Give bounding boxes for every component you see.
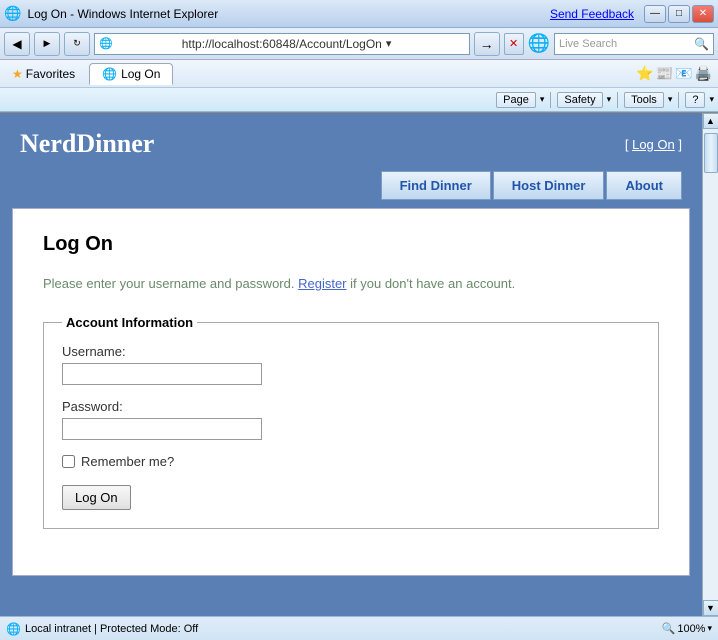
refresh-button[interactable]: ↻ [64, 32, 90, 56]
logon-submit-button[interactable]: Log On [62, 485, 131, 510]
title-bar: 🌐 Log On - Windows Internet Explorer Sen… [0, 0, 718, 28]
status-bar: 🌐 Local intranet | Protected Mode: Off 🔍… [0, 616, 718, 640]
zoom-control[interactable]: 🔍 100% ▾ [662, 622, 712, 635]
star-icon: ★ [12, 67, 23, 81]
page-dropdown-icon: ▾ [540, 94, 545, 105]
send-feedback-link[interactable]: Send Feedback [550, 7, 634, 21]
nerddinner-page: NerdDinner [ Log On ] Find Dinner Host D… [0, 113, 702, 616]
about-nav-button[interactable]: About [606, 171, 682, 200]
account-info-fieldset: Account Information Username: Password: … [43, 315, 659, 529]
favorites-label: Favorites [26, 67, 75, 81]
scroll-down-button[interactable]: ▼ [703, 600, 718, 616]
username-input[interactable] [62, 363, 262, 385]
page-header: NerdDinner [ Log On ] [8, 121, 694, 167]
command-toolbar: Page ▾ Safety ▾ Tools ▾ ? ▾ [0, 88, 718, 112]
page-menu-button[interactable]: Page [496, 92, 536, 108]
toolbar-separator-1 [550, 92, 551, 108]
page-content-area: NerdDinner [ Log On ] Find Dinner Host D… [0, 113, 702, 616]
header-login-area: [ Log On ] [625, 137, 682, 152]
close-button[interactable]: ✕ [692, 5, 714, 23]
ie-title-icon: 🌐 [4, 5, 21, 22]
live-search-box[interactable]: Live Search 🔍 [554, 33, 714, 55]
forward-button[interactable]: ▶ [34, 32, 60, 56]
url-display: http://localhost:60848/Account/LogOn [182, 37, 382, 51]
username-field-group: Username: [62, 344, 640, 385]
window-title: Log On - Windows Internet Explorer [27, 7, 218, 21]
help-dropdown-icon: ▾ [709, 94, 714, 105]
favorites-button[interactable]: ★ Favorites [6, 65, 81, 83]
address-bar-input[interactable]: 🌐 http://localhost:60848/Account/LogOn ▾ [94, 33, 470, 55]
password-field-group: Password: [62, 399, 640, 440]
window-controls: — □ ✕ [644, 5, 714, 23]
toolbar-separator-2 [617, 92, 618, 108]
tab-label: Log On [121, 67, 160, 81]
safety-dropdown-icon: ▾ [607, 94, 612, 105]
site-logo: NerdDinner [20, 129, 154, 159]
page-content-box: Log On Please enter your username and pa… [12, 208, 690, 576]
maximize-button[interactable]: □ [668, 5, 690, 23]
zone-icon: 🌐 [6, 622, 21, 636]
tools-dropdown-icon: ▾ [668, 94, 673, 105]
favorites-bar: ★ Favorites 🌐 Log On ⭐ 📰 📧 🖨️ [0, 60, 718, 88]
zoom-level: 100% [677, 623, 705, 635]
help-button[interactable]: ? [685, 92, 705, 108]
find-dinner-nav-button[interactable]: Find Dinner [381, 171, 491, 200]
intro-text: Please enter your username and password.… [43, 276, 659, 291]
favorites-icons: ⭐ 📰 📧 🖨️ [636, 65, 712, 82]
fieldset-legend: Account Information [62, 315, 197, 330]
browser-content-area: NerdDinner [ Log On ] Find Dinner Host D… [0, 113, 718, 616]
intro-text-after: if you don't have an account. [350, 276, 515, 291]
register-link[interactable]: Register [298, 276, 346, 291]
tab-icon: 🌐 [102, 67, 117, 81]
title-bar-left: 🌐 Log On - Windows Internet Explorer [4, 5, 218, 22]
favorites-toolbar-icon3[interactable]: 📧 [675, 65, 692, 82]
active-tab[interactable]: 🌐 Log On [89, 63, 173, 85]
page-title: Log On [43, 233, 659, 256]
username-label: Username: [62, 344, 640, 359]
main-nav: Find Dinner Host Dinner About [8, 171, 694, 200]
status-zone: 🌐 Local intranet | Protected Mode: Off [6, 622, 198, 636]
favorites-toolbar-area: ★ Favorites 🌐 Log On ⭐ 📰 📧 🖨️ Page ▾ Saf… [0, 60, 718, 113]
remember-me-label: Remember me? [81, 454, 174, 469]
favorites-toolbar-icon1[interactable]: ⭐ [636, 65, 653, 82]
live-search-placeholder: Live Search [559, 38, 692, 50]
zoom-icon: 🔍 [662, 622, 676, 635]
tab-bar: 🌐 Log On [89, 63, 173, 85]
address-dropdown-icon[interactable]: ▾ [386, 37, 465, 50]
host-dinner-nav-button[interactable]: Host Dinner [493, 171, 605, 200]
go-button[interactable]: → [474, 32, 500, 56]
remember-me-row: Remember me? [62, 454, 640, 469]
ie-page-icon: 🌐 [99, 37, 178, 50]
password-input[interactable] [62, 418, 262, 440]
scroll-up-button[interactable]: ▲ [703, 113, 718, 129]
stop-button[interactable]: ✕ [504, 33, 524, 55]
favorites-toolbar-icon2[interactable]: 📰 [656, 65, 673, 82]
zone-text: Local intranet | Protected Mode: Off [25, 623, 198, 635]
minimize-button[interactable]: — [644, 5, 666, 23]
scroll-thumb[interactable] [704, 133, 718, 173]
intro-text-before: Please enter your username and password. [43, 276, 298, 291]
scroll-track[interactable] [703, 129, 718, 600]
safety-menu-button[interactable]: Safety [557, 92, 602, 108]
search-icon[interactable]: 🔍 [694, 37, 709, 51]
login-bracket-open: [ [625, 137, 632, 152]
back-button[interactable]: ◀ [4, 32, 30, 56]
toolbar-separator-3 [678, 92, 679, 108]
remember-me-checkbox[interactable] [62, 455, 75, 468]
vertical-scrollbar[interactable]: ▲ ▼ [702, 113, 718, 616]
status-right-area: 🔍 100% ▾ [662, 622, 712, 635]
zoom-dropdown-icon: ▾ [707, 623, 712, 634]
address-bar: ◀ ▶ ↻ 🌐 http://localhost:60848/Account/L… [0, 28, 718, 60]
login-bracket-close: ] [678, 137, 682, 152]
favorites-toolbar-icon4[interactable]: 🖨️ [695, 65, 712, 82]
ie-logo-icon: 🌐 [528, 33, 550, 54]
password-label: Password: [62, 399, 640, 414]
login-link[interactable]: Log On [632, 137, 675, 152]
tools-menu-button[interactable]: Tools [624, 92, 664, 108]
